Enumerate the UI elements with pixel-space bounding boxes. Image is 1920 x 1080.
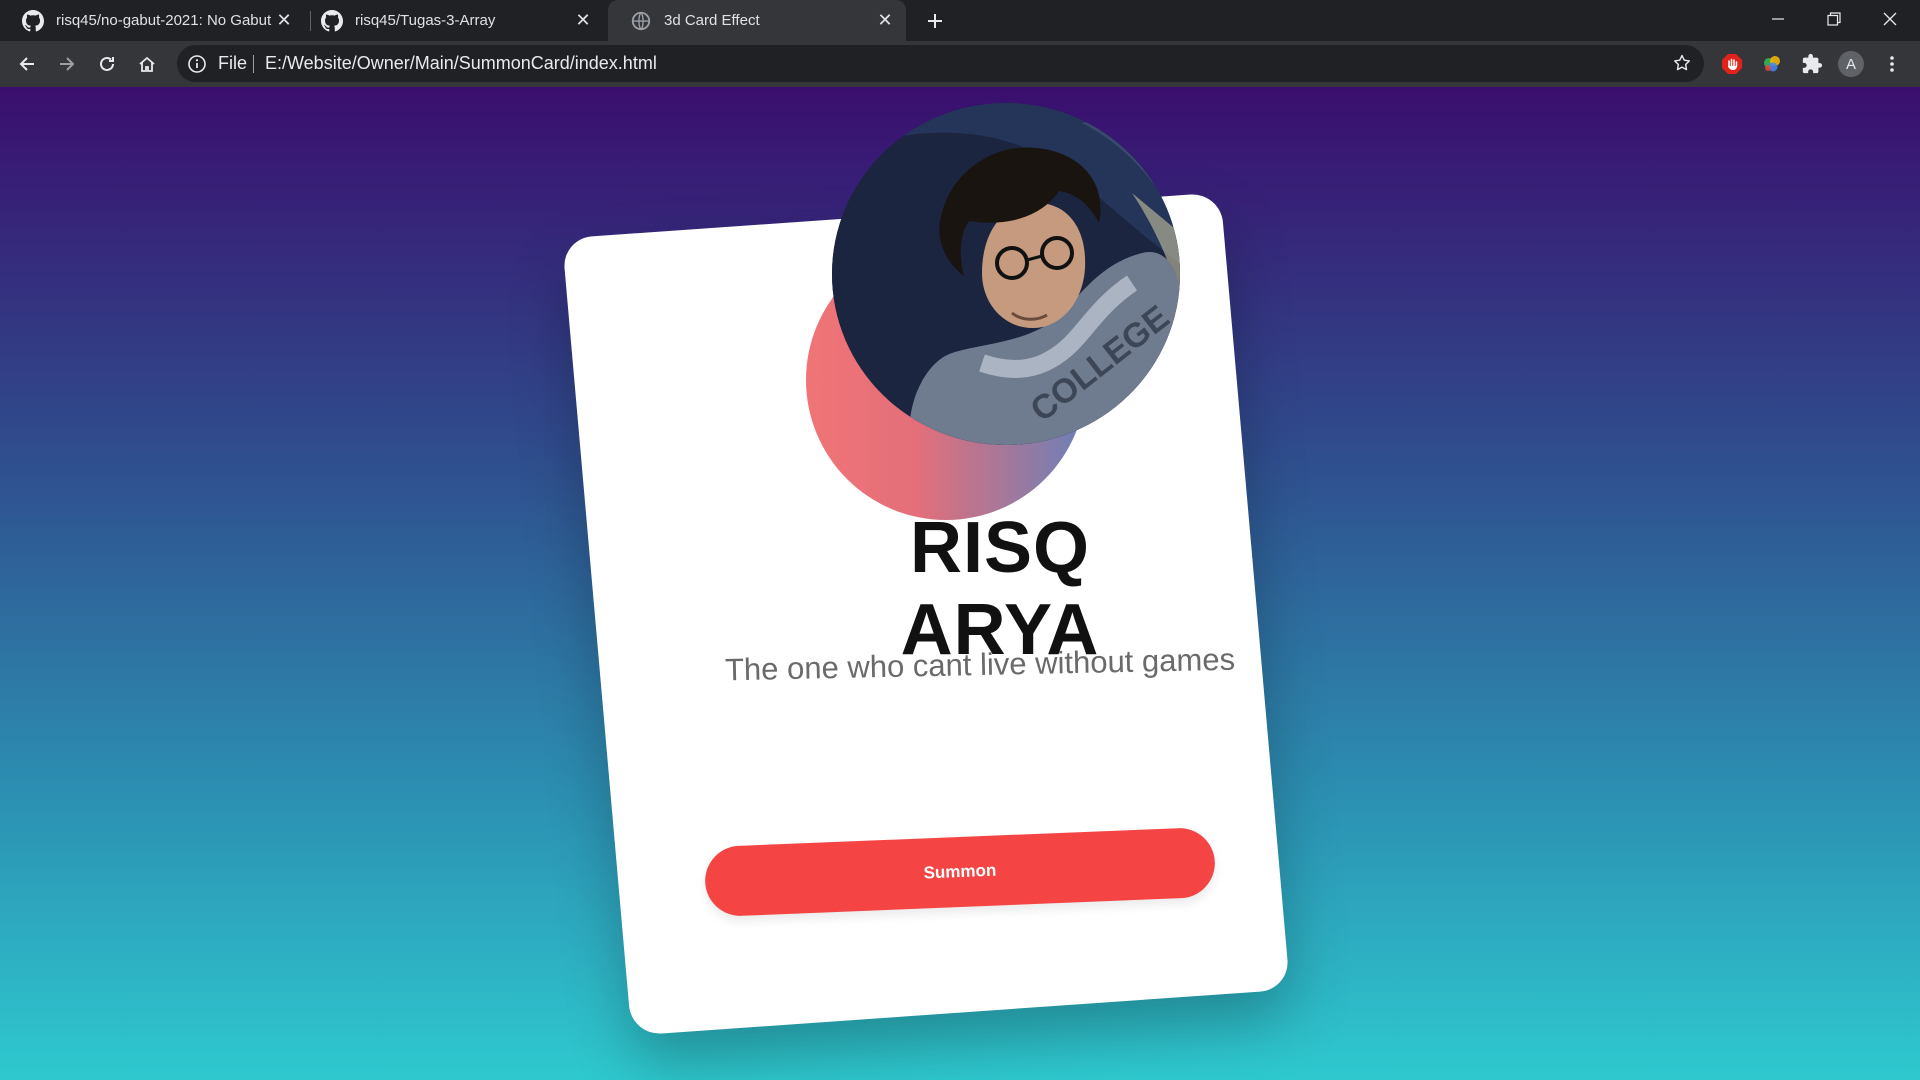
hand-stop-icon	[1722, 54, 1742, 74]
new-tab-button[interactable]	[920, 6, 950, 36]
minimize-icon	[1772, 18, 1784, 20]
tab-title: risq45/Tugas-3-Array	[355, 12, 496, 29]
extension-logo-icon	[1764, 56, 1780, 72]
minimize-button[interactable]	[1750, 0, 1806, 38]
scheme-label: File	[218, 53, 248, 73]
close-icon[interactable]: ✕	[874, 10, 896, 32]
close-icon[interactable]: ✕	[273, 10, 295, 32]
person-photo-illustration: COLLEGE	[832, 103, 1180, 445]
github-icon	[22, 9, 44, 31]
restore-icon	[1827, 12, 1841, 26]
profile-photo: COLLEGE	[832, 103, 1180, 445]
close-window-button[interactable]	[1862, 0, 1918, 38]
globe-icon	[631, 11, 651, 30]
address-bar[interactable]: File E:/Website/Owner/Main/SummonCard/in…	[177, 45, 1704, 82]
reload-icon	[100, 56, 114, 71]
url-text[interactable]: E:/Website/Owner/Main/SummonCard/index.h…	[265, 45, 657, 82]
more-vertical-icon	[1890, 56, 1894, 72]
browser-toolbar: File E:/Website/Owner/Main/SummonCard/in…	[0, 41, 1920, 87]
back-button[interactable]	[11, 48, 43, 80]
home-icon	[139, 56, 155, 72]
plus-icon	[928, 14, 942, 28]
tab-3d-card-effect[interactable]: 3d Card Effect ✕	[608, 0, 906, 41]
info-icon[interactable]	[187, 54, 207, 74]
tab-tugas-3-array[interactable]: risq45/Tugas-3-Array ✕	[299, 0, 604, 41]
page-viewport: COLLEGE RISQ ARYA The one who cant live …	[0, 87, 1920, 1080]
tab-title: risq45/no-gabut-2021: No Gabut	[56, 12, 272, 29]
tab-strip: risq45/no-gabut-2021: No Gabut ✕ risq45/…	[0, 0, 1920, 41]
bookmark-star-icon[interactable]	[1670, 51, 1694, 75]
arrow-left-icon	[19, 57, 34, 71]
address-divider	[253, 55, 254, 73]
extensions-button[interactable]	[1796, 48, 1828, 80]
puzzle-icon	[1802, 53, 1823, 74]
extension-colorful-button[interactable]	[1756, 48, 1788, 80]
arrow-right-icon	[60, 57, 75, 71]
browser-menu-button[interactable]	[1876, 48, 1908, 80]
close-icon	[1883, 12, 1897, 26]
tab-no-gabut[interactable]: risq45/no-gabut-2021: No Gabut ✕	[0, 0, 305, 41]
tab-title: 3d Card Effect	[664, 12, 760, 29]
github-icon	[321, 9, 343, 31]
profile-avatar[interactable]: A	[1838, 51, 1864, 77]
extension-adblock-button[interactable]	[1716, 48, 1748, 80]
restore-button[interactable]	[1806, 0, 1862, 38]
close-icon[interactable]: ✕	[572, 10, 594, 32]
reload-button[interactable]	[91, 48, 123, 80]
home-button[interactable]	[131, 48, 163, 80]
forward-button[interactable]	[51, 48, 83, 80]
